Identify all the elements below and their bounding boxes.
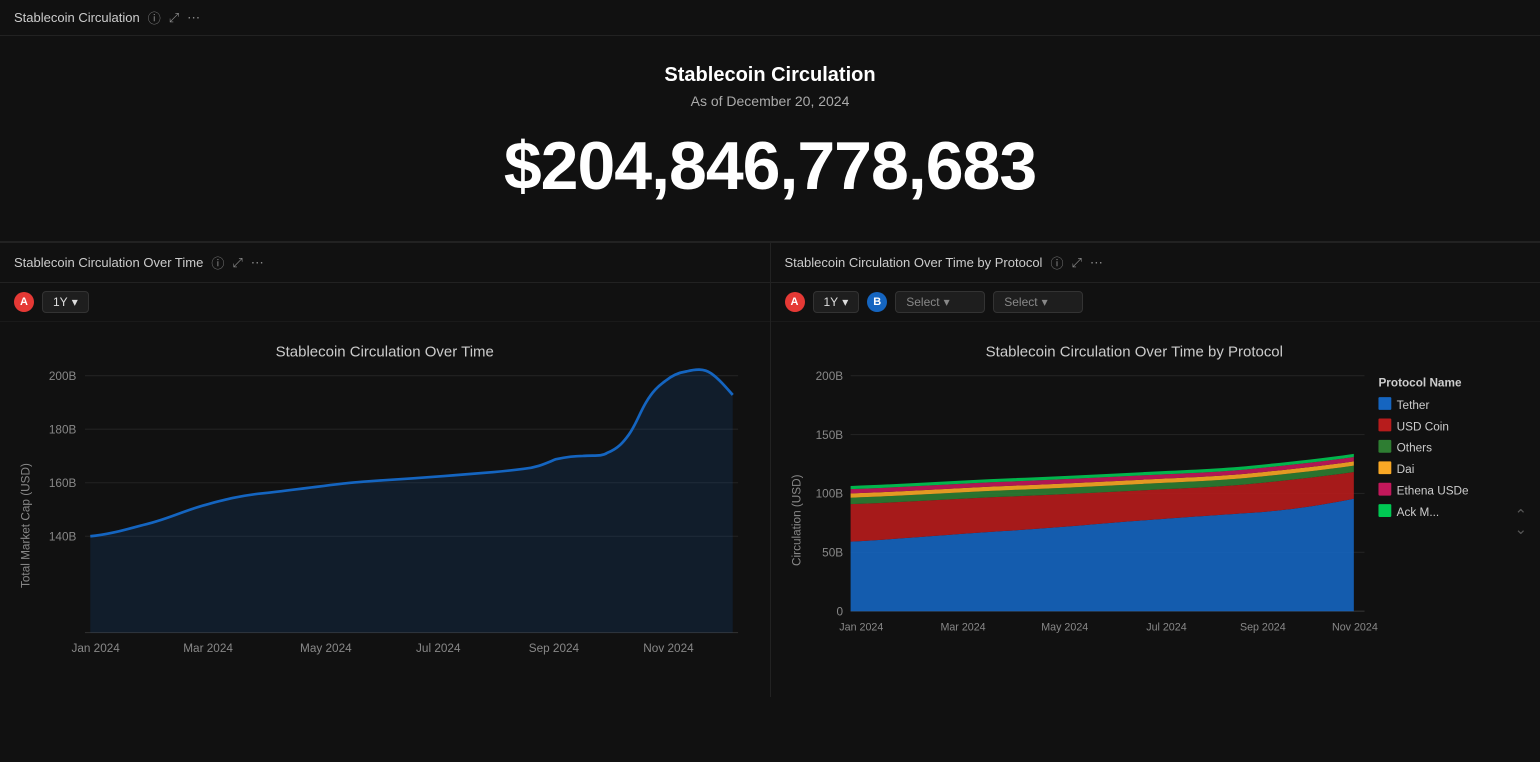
expand-icon[interactable]: ⤢ xyxy=(169,10,179,26)
right-select-a[interactable]: Select ▾ xyxy=(895,291,985,313)
left-chart-svg: Stablecoin Circulation Over Time Total M… xyxy=(10,332,760,687)
left-expand-icon[interactable]: ⤢ xyxy=(232,255,242,271)
svg-text:100B: 100B xyxy=(815,488,843,501)
svg-text:200B: 200B xyxy=(49,370,77,383)
right-badge-a: A xyxy=(785,292,805,312)
svg-text:Dai: Dai xyxy=(1396,463,1414,476)
bottom-row: Stablecoin Circulation Over Time ⓘ ⤢ ⋯ A… xyxy=(0,242,1540,697)
right-chart-header: Stablecoin Circulation Over Time by Prot… xyxy=(771,243,1540,283)
svg-text:Jul 2024: Jul 2024 xyxy=(1146,621,1186,633)
right-more-icon[interactable]: ⋯ xyxy=(1090,255,1103,271)
left-svg-title: Stablecoin Circulation Over Time xyxy=(276,343,494,360)
svg-text:Sep 2024: Sep 2024 xyxy=(1239,621,1285,633)
right-info-icon[interactable]: ⓘ xyxy=(1050,253,1063,272)
info-icon[interactable]: ⓘ xyxy=(148,8,161,27)
svg-text:Ack M...: Ack M... xyxy=(1396,506,1439,519)
right-chart-body: Stablecoin Circulation Over Time by Prot… xyxy=(771,322,1540,697)
svg-text:Ethena USDe: Ethena USDe xyxy=(1396,485,1468,498)
svg-text:50B: 50B xyxy=(822,547,843,560)
top-panel: Stablecoin Circulation ⓘ ⤢ ⋯ Stablecoin … xyxy=(0,0,1540,242)
svg-text:140B: 140B xyxy=(49,531,77,544)
right-chart-svg: Stablecoin Circulation Over Time by Prot… xyxy=(781,332,1531,687)
right-time-select[interactable]: 1Y ▾ xyxy=(813,291,860,313)
svg-text:May 2024: May 2024 xyxy=(1041,621,1088,633)
left-chart-panel: Stablecoin Circulation Over Time ⓘ ⤢ ⋯ A… xyxy=(0,243,771,697)
svg-text:Nov 2024: Nov 2024 xyxy=(643,642,694,655)
svg-text:May 2024: May 2024 xyxy=(300,642,352,655)
svg-text:200B: 200B xyxy=(815,370,843,383)
right-expand-icon[interactable]: ⤢ xyxy=(1071,255,1081,271)
svg-text:150B: 150B xyxy=(815,429,843,442)
left-chart-body: Stablecoin Circulation Over Time Total M… xyxy=(0,322,770,697)
right-badge-b: B xyxy=(867,292,887,312)
left-more-icon[interactable]: ⋯ xyxy=(251,255,264,271)
top-panel-content: Stablecoin Circulation As of December 20… xyxy=(0,36,1540,241)
big-number: $204,846,778,683 xyxy=(20,127,1520,205)
more-icon[interactable]: ⋯ xyxy=(187,10,200,26)
right-chart-title: Stablecoin Circulation Over Time by Prot… xyxy=(785,255,1043,270)
svg-text:Mar 2024: Mar 2024 xyxy=(940,621,985,633)
svg-text:Mar 2024: Mar 2024 xyxy=(183,642,233,655)
svg-text:Sep 2024: Sep 2024 xyxy=(529,642,580,655)
svg-text:⌄: ⌄ xyxy=(1514,521,1527,538)
svg-text:0: 0 xyxy=(836,606,843,619)
svg-text:Tether: Tether xyxy=(1396,399,1429,412)
svg-text:180B: 180B xyxy=(49,423,77,436)
svg-text:160B: 160B xyxy=(49,477,77,490)
svg-text:Others: Others xyxy=(1396,442,1431,455)
top-panel-header: Stablecoin Circulation ⓘ ⤢ ⋯ xyxy=(0,0,1540,36)
svg-text:Nov 2024: Nov 2024 xyxy=(1332,621,1378,633)
svg-text:Jan 2024: Jan 2024 xyxy=(71,642,120,655)
svg-text:USD Coin: USD Coin xyxy=(1396,420,1448,433)
left-chart-header: Stablecoin Circulation Over Time ⓘ ⤢ ⋯ xyxy=(0,243,770,283)
right-y-axis-label: Circulation (USD) xyxy=(790,474,803,566)
main-chart-title: Stablecoin Circulation xyxy=(20,64,1520,87)
right-chart-panel: Stablecoin Circulation Over Time by Prot… xyxy=(771,243,1540,697)
svg-text:Protocol Name: Protocol Name xyxy=(1378,376,1461,389)
right-chart-controls: A 1Y ▾ B Select ▾ Select ▾ xyxy=(771,283,1540,322)
svg-text:Jan 2024: Jan 2024 xyxy=(839,621,883,633)
top-panel-title: Stablecoin Circulation xyxy=(14,10,140,25)
right-svg-title: Stablecoin Circulation Over Time by Prot… xyxy=(985,343,1282,360)
right-select-b[interactable]: Select ▾ xyxy=(993,291,1083,313)
svg-text:Jul 2024: Jul 2024 xyxy=(416,642,461,655)
left-badge-a: A xyxy=(14,292,34,312)
chart-subtitle: As of December 20, 2024 xyxy=(20,93,1520,109)
left-time-select[interactable]: 1Y ▾ xyxy=(42,291,89,313)
left-y-axis-label: Total Market Cap (USD) xyxy=(19,463,32,588)
left-chart-controls: A 1Y ▾ xyxy=(0,283,770,322)
left-chart-title: Stablecoin Circulation Over Time xyxy=(14,255,203,270)
left-info-icon[interactable]: ⓘ xyxy=(211,253,224,272)
